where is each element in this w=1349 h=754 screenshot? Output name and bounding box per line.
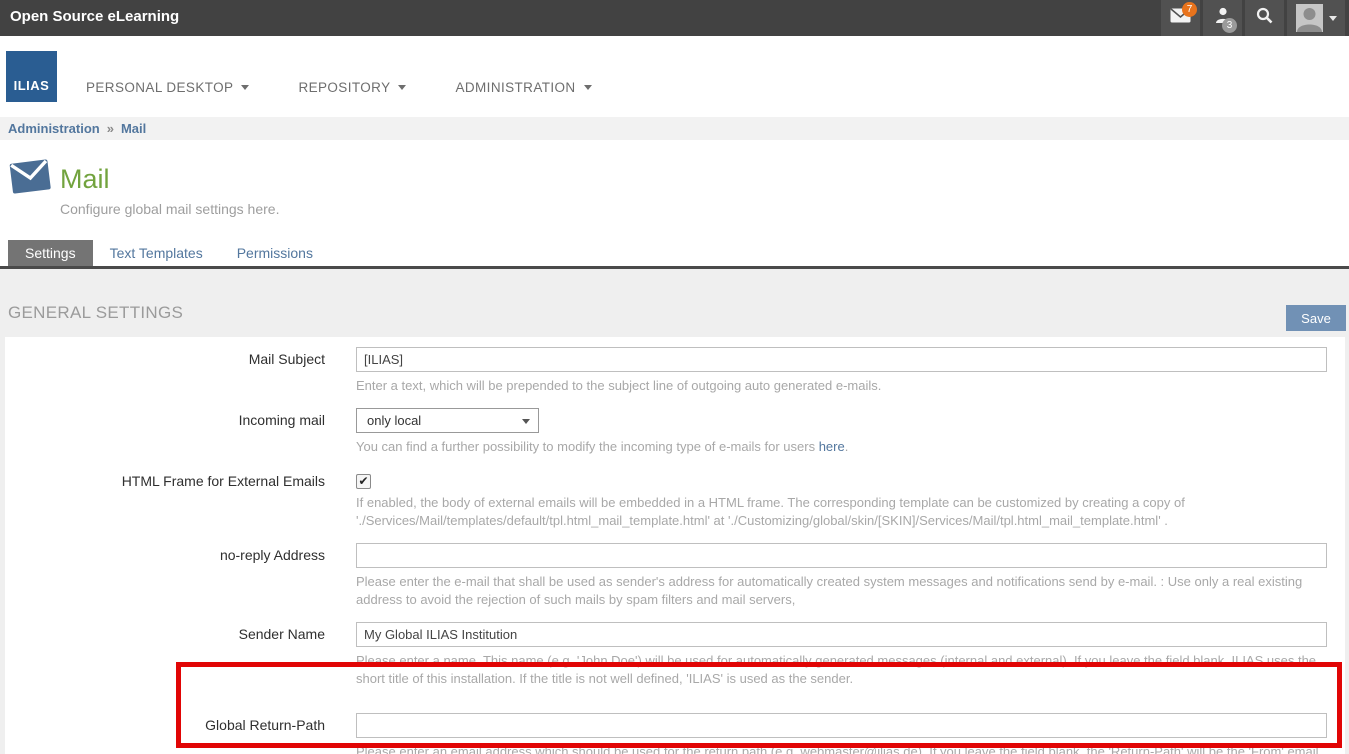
breadcrumb-link-administration[interactable]: Administration [8, 121, 100, 136]
nav-item-repository[interactable]: REPOSITORY [298, 80, 406, 95]
topbar-icon-group: 7 3 [1158, 0, 1345, 36]
chevron-down-icon [1329, 16, 1337, 21]
page-header: Mail Configure global mail settings here… [0, 140, 1349, 240]
mail-subject-help: Enter a text, which will be prepended to… [356, 377, 1327, 395]
tab-bar: Settings Text Templates Permissions [0, 240, 1349, 269]
search-button[interactable] [1245, 0, 1284, 36]
nav-item-personal-desktop[interactable]: PERSONAL DESKTOP [86, 80, 249, 95]
global-return-path-label: Global Return-Path [5, 713, 356, 754]
main-navigation: ILIAS PERSONAL DESKTOP REPOSITORY ADMINI… [0, 36, 1349, 117]
form-row-noreply-address: no-reply Address Please enter the e-mail… [5, 539, 1345, 618]
contacts-badge: 3 [1222, 18, 1237, 33]
incoming-mail-here-link[interactable]: here [819, 439, 845, 454]
chevron-down-icon [584, 85, 592, 90]
general-settings-form: Mail Subject Enter a text, which will be… [5, 337, 1345, 754]
nav-menu: PERSONAL DESKTOP REPOSITORY ADMINISTRATI… [86, 80, 592, 95]
form-row-sender-name: Sender Name Please enter a name. This na… [5, 618, 1345, 697]
search-icon [1256, 7, 1273, 29]
ilias-logo[interactable]: ILIAS [6, 51, 57, 102]
page-subtitle: Configure global mail settings here. [60, 201, 279, 217]
breadcrumb: Administration » Mail [0, 117, 1349, 140]
user-menu-button[interactable] [1287, 0, 1345, 36]
avatar [1296, 4, 1323, 32]
mail-badge: 7 [1182, 2, 1197, 17]
noreply-address-input[interactable] [356, 543, 1327, 568]
mail-subject-label: Mail Subject [5, 347, 356, 395]
save-button[interactable]: Save [1286, 305, 1346, 331]
sender-name-input[interactable] [356, 622, 1327, 647]
html-frame-label: HTML Frame for External Emails [5, 469, 356, 530]
top-bar: Open Source eLearning 7 3 [0, 0, 1349, 36]
incoming-mail-selected-value: only local [367, 413, 421, 428]
noreply-address-help: Please enter the e-mail that shall be us… [356, 573, 1327, 609]
form-row-mail-subject: Mail Subject Enter a text, which will be… [5, 343, 1345, 404]
tab-settings[interactable]: Settings [8, 240, 93, 266]
global-return-path-input[interactable] [356, 713, 1327, 738]
form-row-html-frame: HTML Frame for External Emails ✔ If enab… [5, 465, 1345, 539]
form-row-incoming-mail: Incoming mail only local You can find a … [5, 404, 1345, 465]
incoming-mail-help: You can find a further possibility to mo… [356, 438, 1327, 456]
global-return-path-help: Please enter an email address which shou… [356, 743, 1327, 754]
contacts-button[interactable]: 3 [1203, 0, 1242, 36]
form-wrapper: Mail Subject Enter a text, which will be… [0, 337, 1349, 754]
breadcrumb-separator: » [107, 121, 114, 136]
form-header: GENERAL SETTINGS Save [0, 269, 1349, 337]
noreply-address-label: no-reply Address [5, 543, 356, 609]
incoming-mail-label: Incoming mail [5, 408, 356, 456]
chevron-down-icon [241, 85, 249, 90]
app-title: Open Source eLearning [10, 8, 179, 25]
mail-button[interactable]: 7 [1161, 0, 1200, 36]
breadcrumb-link-mail[interactable]: Mail [121, 121, 146, 136]
html-frame-help: If enabled, the body of external emails … [356, 494, 1327, 530]
html-frame-checkbox[interactable]: ✔ [356, 474, 371, 489]
sender-name-label: Sender Name [5, 622, 356, 688]
tab-text-templates[interactable]: Text Templates [93, 240, 220, 266]
page-title: Mail [60, 164, 110, 195]
mail-envelope-icon [9, 159, 52, 199]
sender-name-help: Please enter a name. This name (e.g. 'Jo… [356, 652, 1327, 688]
tab-permissions[interactable]: Permissions [220, 240, 330, 266]
chevron-down-icon [398, 85, 406, 90]
chevron-down-icon [522, 419, 530, 424]
incoming-mail-select[interactable]: only local [356, 408, 539, 433]
nav-item-administration[interactable]: ADMINISTRATION [455, 80, 591, 95]
mail-subject-input[interactable] [356, 347, 1327, 372]
section-title: GENERAL SETTINGS [8, 303, 183, 323]
ilias-logo-text: ILIAS [14, 78, 50, 102]
content-area: GENERAL SETTINGS Save Mail Subject Enter… [0, 269, 1349, 754]
form-row-global-return-path: Global Return-Path Please enter an email… [5, 709, 1345, 754]
